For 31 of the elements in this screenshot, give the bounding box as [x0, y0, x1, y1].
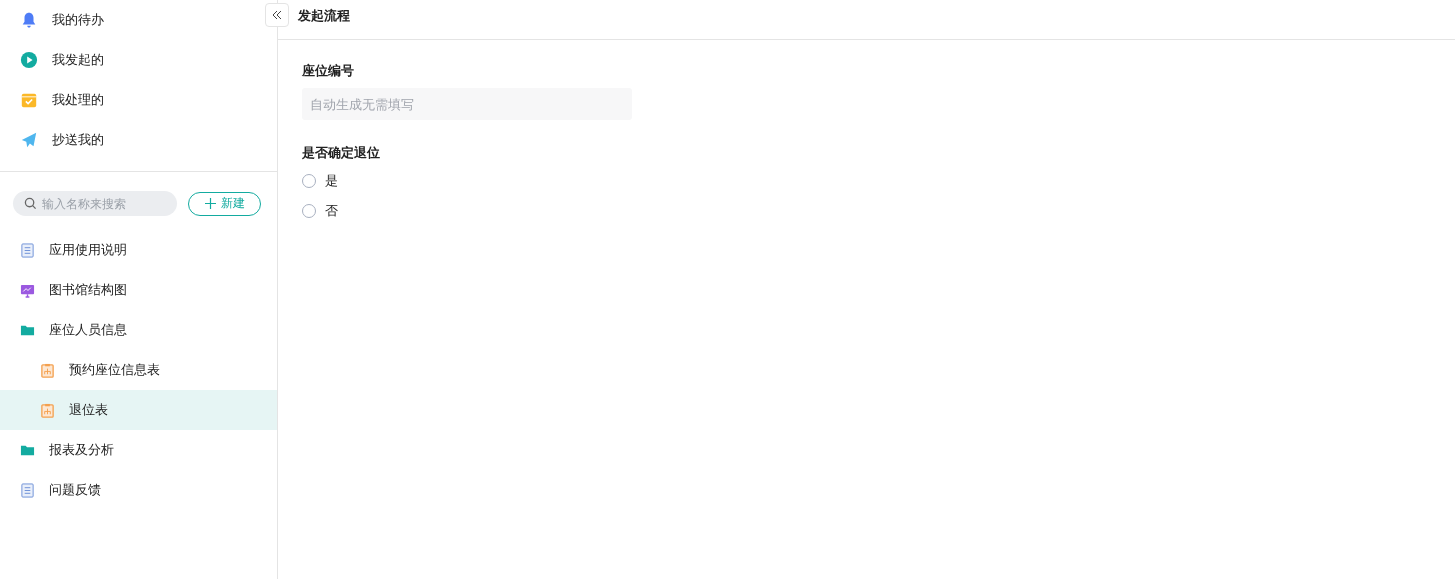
document-icon — [20, 242, 35, 258]
nav-item[interactable]: 我发起的 — [0, 40, 261, 80]
tree-item[interactable]: 应用使用说明 — [0, 230, 277, 270]
tree-item[interactable]: 退位表 — [0, 390, 277, 430]
monitor-chart-icon — [20, 282, 35, 298]
page-title: 发起流程 — [298, 6, 350, 25]
clipboard-icon — [40, 402, 55, 418]
input-field[interactable]: 自动生成无需填写 — [302, 88, 632, 120]
radio-option[interactable]: 是 — [302, 170, 1431, 192]
search-field[interactable]: 输入名称来搜索 — [13, 191, 177, 216]
tree-item[interactable]: 图书馆结构图 — [0, 270, 277, 310]
nav-item[interactable]: 抄送我的 — [0, 120, 261, 160]
radio-option[interactable]: 否 — [302, 200, 1431, 222]
field-label: 座位编号 — [302, 62, 355, 80]
bell-icon — [20, 11, 38, 29]
plus-icon — [204, 198, 216, 209]
tree-item[interactable]: 报表及分析 — [0, 430, 277, 470]
collapse-button[interactable] — [265, 3, 289, 27]
play-icon — [20, 51, 38, 69]
check-tray-icon — [20, 91, 38, 109]
nav-item[interactable]: 我处理的 — [0, 80, 261, 120]
nav-item[interactable]: 我的待办 — [0, 0, 261, 40]
double-chevron-left-icon — [271, 9, 283, 21]
search-icon — [24, 197, 37, 210]
tree-item[interactable]: 座位人员信息 — [0, 310, 277, 350]
clipboard-icon — [40, 362, 55, 378]
field-label: 是否确定退位 — [302, 144, 381, 162]
paper-plane-icon — [20, 131, 38, 149]
document-icon — [20, 482, 35, 498]
tree-item[interactable]: 问题反馈 — [0, 470, 277, 510]
tree-item[interactable]: 预约座位信息表 — [0, 350, 277, 390]
